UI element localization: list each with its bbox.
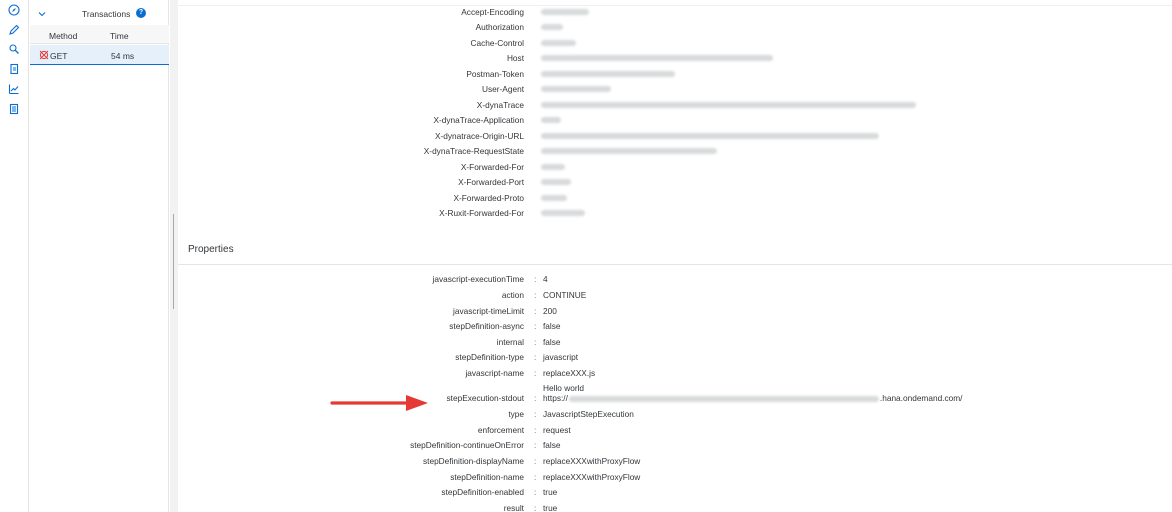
header-row: X-Ruxit-Forwarded-For [178,208,1172,223]
splitter-handle[interactable] [173,214,174,309]
header-row: X-dynaTrace-RequestState [178,146,1172,161]
stdout-line2: https://.hana.ondemand.com/ [543,393,963,403]
icon-rail [0,0,29,512]
redacted-value [541,102,916,108]
property-row: internal : false [496,337,561,347]
property-row: stepDefinition-displayName : replaceXXXw… [423,456,641,466]
transaction-details: Accept-Encoding Authorization Cache-Cont… [178,0,1172,512]
property-row: stepDefinition-async : false [449,321,561,331]
redacted-value [541,179,571,185]
header-row: X-Forwarded-Proto [178,193,1172,208]
properties-title: Properties [188,244,234,255]
header-row: X-dynaTrace-Application [178,115,1172,130]
property-row: stepDefinition-type : javascript [455,352,579,362]
redacted-value [541,117,561,123]
header-row: X-dynatrace-Origin-URL [178,131,1172,146]
property-row: result : true [503,503,558,512]
property-row: action : CONTINUE [501,290,587,300]
redacted-value [541,195,567,201]
header-row: X-Forwarded-Port [178,177,1172,192]
panel-splitter[interactable] [170,0,178,512]
redacted-value [541,40,576,46]
info-icon[interactable]: ? [136,8,146,18]
copy-document-icon[interactable] [7,62,21,76]
redacted-value [541,9,589,15]
redacted-value [541,148,717,154]
header-row: Authorization [178,22,1172,37]
property-row: javascript-name : replaceXXX.js [465,368,596,378]
search-debug-icon[interactable] [7,42,21,56]
redacted-value [541,133,879,139]
header-row: X-dynaTrace [178,100,1172,115]
property-row: javascript-timeLimit : 200 [453,306,557,316]
transactions-header: Transactions ? [30,5,169,23]
property-row: type : JavascriptStepExecution [508,409,634,419]
header-row: Accept-Encoding [178,7,1172,22]
header-row: X-Forwarded-For [178,162,1172,177]
transaction-row[interactable]: GET 54 ms [30,45,169,65]
property-row: enforcement : request [477,425,571,435]
redacted-value [568,395,879,402]
property-row: javascript-executionTime : 4 [432,274,548,284]
property-row: stepDefinition-enabled : true [441,487,558,497]
header-row: User-Agent [178,84,1172,99]
list-document-icon[interactable] [7,102,21,116]
transaction-time: 54 ms [111,51,135,61]
redacted-value [541,24,563,30]
redacted-value [541,86,611,92]
stdout-line1: Hello world [543,383,585,393]
column-method[interactable]: Method [49,31,77,41]
header-row: Postman-Token [178,69,1172,84]
header-row: Host [178,53,1172,68]
chevron-down-icon[interactable] [37,9,47,19]
compass-icon[interactable] [7,3,21,17]
property-row-stdout: Hello world stepExecution-stdout : https… [446,383,963,403]
redacted-value [541,210,585,216]
column-time[interactable]: Time [110,31,129,41]
chart-icon[interactable] [7,82,21,96]
property-row: stepDefinition-continueOnError : false [410,440,561,450]
transactions-title: Transactions [82,9,131,19]
redacted-value [541,55,773,61]
pencil-icon[interactable] [7,23,21,37]
transaction-method: GET [50,51,68,61]
transactions-column-header: Method Time [30,25,169,44]
redacted-value [541,71,675,77]
error-marker-icon [39,50,49,60]
property-row: stepDefinition-name : replaceXXXwithProx… [450,472,641,482]
transactions-panel: Transactions ? Method Time GET 54 ms [30,0,169,512]
redacted-value [541,164,565,170]
header-row: Cache-Control [178,38,1172,53]
red-arrow-annotation [330,395,428,411]
